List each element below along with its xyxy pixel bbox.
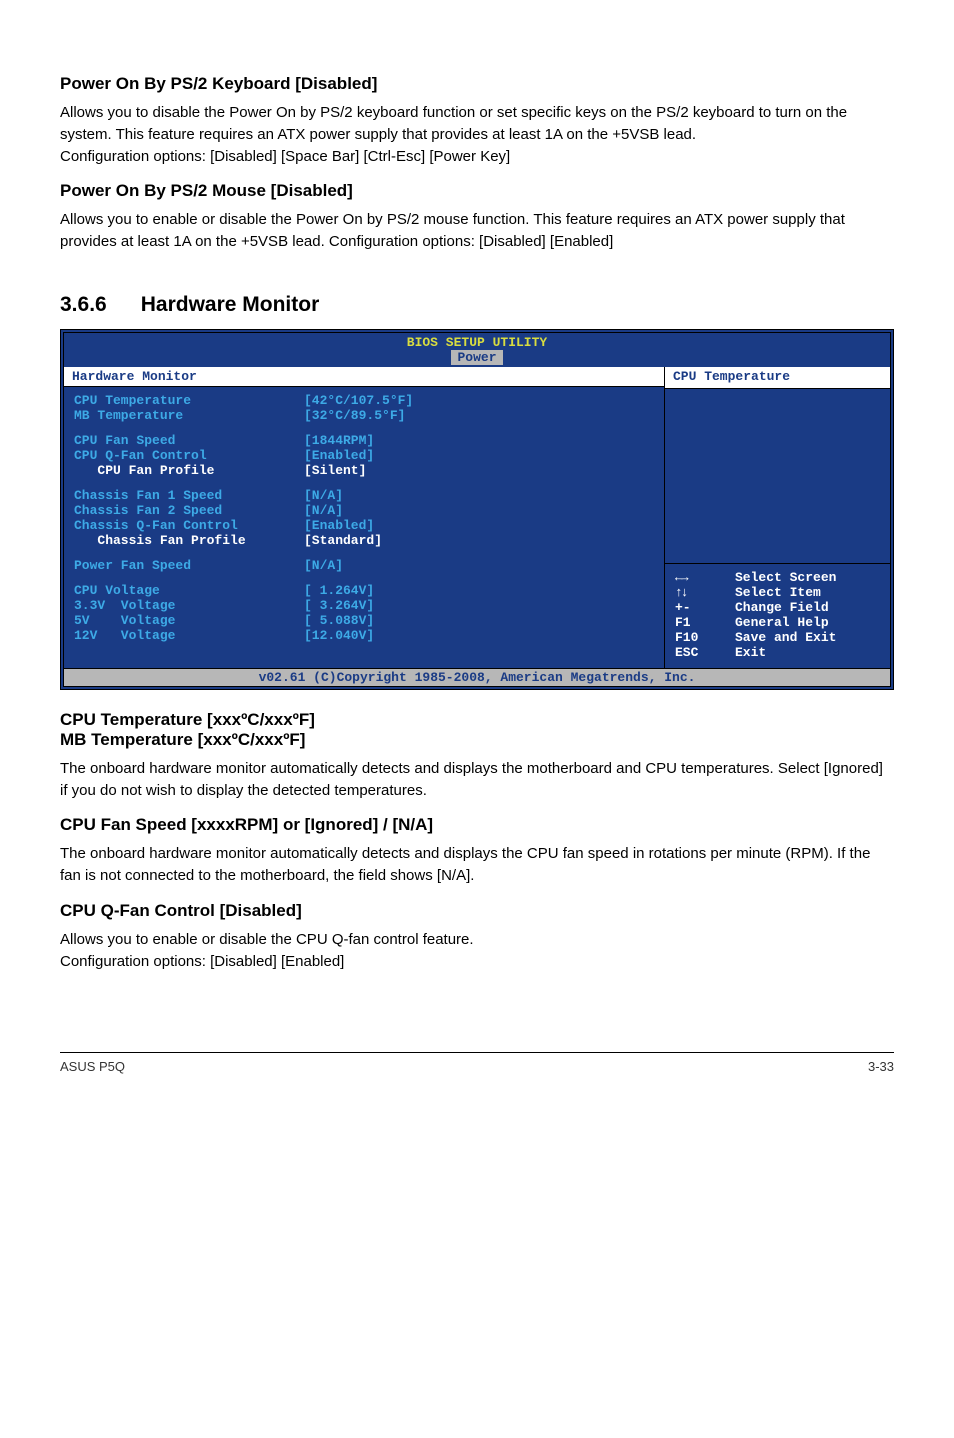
text-power-on-keyboard: Allows you to disable the Power On by PS… — [60, 102, 894, 167]
bios-help-row: F1General Help — [675, 615, 880, 630]
bios-row: CPU Fan Speed[1844RPM] — [74, 433, 654, 448]
heading-mb-temp: MB Temperature [xxxºC/xxxºF] — [60, 730, 894, 750]
bios-row: CPU Q-Fan Control[Enabled] — [74, 448, 654, 463]
bios-title: BIOS SETUP UTILITY — [64, 333, 890, 350]
bios-row: Chassis Q-Fan Control[Enabled] — [74, 518, 654, 533]
bios-help-row: F10Save and Exit — [675, 630, 880, 645]
footer-right: 3-33 — [868, 1059, 894, 1074]
bios-row: 3.3V Voltage[ 3.264V] — [74, 598, 654, 613]
bios-help-row: +-Change Field — [675, 600, 880, 615]
section-number: 3.6.6 — [60, 293, 107, 317]
bios-row: 12V Voltage[12.040V] — [74, 628, 654, 643]
bios-help-row: Select Item — [675, 585, 880, 600]
bios-help-row: Select Screen — [675, 570, 880, 585]
bios-row: MB Temperature[32°C/89.5°F] — [74, 408, 654, 423]
bios-tabs: Power — [64, 350, 890, 367]
heading-cpu-qfan: CPU Q-Fan Control [Disabled] — [60, 901, 894, 921]
text-cpu-qfan: Allows you to enable or disable the CPU … — [60, 929, 894, 973]
bios-row: Chassis Fan 2 Speed[N/A] — [74, 503, 654, 518]
bios-row: CPU Fan Profile[Silent] — [74, 463, 654, 478]
bios-copyright: v02.61 (C)Copyright 1985-2008, American … — [64, 668, 890, 686]
footer-left: ASUS P5Q — [60, 1059, 125, 1074]
heading-power-on-keyboard: Power On By PS/2 Keyboard [Disabled] — [60, 74, 894, 94]
page-footer: ASUS P5Q 3-33 — [60, 1052, 894, 1074]
bios-left-panel: Hardware Monitor CPU Temperature[42°C/10… — [64, 367, 665, 668]
heading-power-on-mouse: Power On By PS/2 Mouse [Disabled] — [60, 181, 894, 201]
bios-row: CPU Voltage[ 1.264V] — [74, 583, 654, 598]
bios-row: Chassis Fan Profile[Standard] — [74, 533, 654, 548]
text-temperatures: The onboard hardware monitor automatical… — [60, 758, 894, 802]
bios-tab-power: Power — [451, 350, 502, 365]
text-cpu-fan-speed: The onboard hardware monitor automatical… — [60, 843, 894, 887]
bios-row: 5V Voltage[ 5.088V] — [74, 613, 654, 628]
bios-right-header: CPU Temperature — [665, 367, 890, 389]
bios-row: CPU Temperature[42°C/107.5°F] — [74, 393, 654, 408]
text-power-on-mouse: Allows you to enable or disable the Powe… — [60, 209, 894, 253]
heading-cpu-fan-speed: CPU Fan Speed [xxxxRPM] or [Ignored] / [… — [60, 815, 894, 835]
section-number-row: 3.6.6 Hardware Monitor — [60, 293, 894, 317]
bios-screenshot: BIOS SETUP UTILITY Power Hardware Monito… — [60, 329, 894, 690]
section-title: Hardware Monitor — [141, 293, 320, 317]
bios-row: Chassis Fan 1 Speed[N/A] — [74, 488, 654, 503]
bios-left-header: Hardware Monitor — [64, 367, 664, 387]
heading-cpu-temp: CPU Temperature [xxxºC/xxxºF] — [60, 710, 894, 730]
bios-row: Power Fan Speed[N/A] — [74, 558, 654, 573]
bios-help-row: ESCExit — [675, 645, 880, 660]
bios-right-panel: CPU Temperature Select ScreenSelect Item… — [665, 367, 890, 668]
